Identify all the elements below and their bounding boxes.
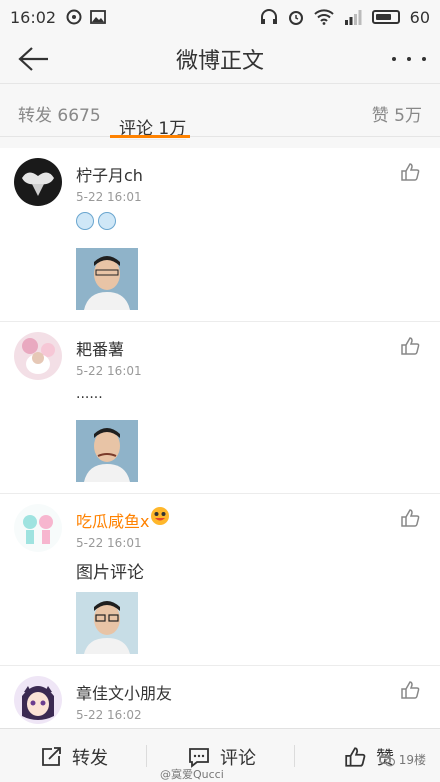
comment-label: 评论 [220,748,256,769]
tab-like[interactable]: 赞 5万 [372,101,422,126]
battery-percent: 60 [409,7,430,27]
comment-text: 图片评论 [76,563,144,583]
comment-image[interactable] [76,248,138,310]
thumbs-up-icon[interactable] [400,162,420,182]
comment-username[interactable]: 吃瓜咸鱼x [76,508,149,532]
repost-button[interactable]: 转发 [40,744,108,770]
tab-repost[interactable]: 转发 6675 [18,101,101,126]
comment-time: 5-22 16:01 [76,364,142,378]
signal-icon [344,10,362,25]
repost-label: 转发 [72,748,108,769]
account-watermark: @寞爱Qucci [160,768,224,781]
vip-badge-icon [151,507,169,525]
comment-image[interactable] [76,592,138,654]
comment-item: 吃瓜咸鱼x 5-22 16:01 图片评论 [0,494,440,666]
comment-time: 5-22 16:02 [76,708,142,722]
floor-watermark: 19楼 [378,751,426,768]
weibo-icon [66,9,82,25]
comment-icon [189,748,209,768]
comment-list: 柠子月ch 5-22 16:01 耙番薯 5-22 16:01 ...... 吃… [0,148,440,728]
divider [294,745,295,767]
comment-time: 5-22 16:01 [76,536,142,550]
comment-text: ...... [76,386,103,402]
page-title: 微博正文 [175,48,264,74]
avatar[interactable] [14,676,62,724]
nav-bar: 微博正文 [0,34,440,84]
status-time: 16:02 [10,7,57,27]
tab-bar: 转发 6675 评论 1万 赞 5万 [0,85,440,140]
comment-image[interactable] [76,420,138,482]
more-options-icon[interactable] [392,46,426,72]
thumbs-up-icon[interactable] [400,680,420,700]
doraemon-emoji-icon [98,212,116,230]
battery-icon [371,10,400,24]
floor-label: 19楼 [398,753,426,767]
status-bar: 16:02 60 [0,0,440,34]
emoji-row [76,212,116,230]
headphone-icon [260,9,277,24]
comment-time: 5-22 16:01 [76,190,142,204]
doraemon-emoji-icon [76,212,94,230]
thumbs-up-icon [345,747,366,767]
repost-icon [42,747,61,766]
comment-item: 章佳文小朋友 5-22 16:02 [0,666,440,728]
comment-username[interactable]: 耙番薯 [76,336,124,360]
wechat-icon [378,753,395,766]
avatar[interactable] [14,158,62,206]
active-tab-indicator [110,135,190,138]
back-arrow-icon[interactable] [16,44,50,74]
divider [146,745,147,767]
gallery-icon [90,10,107,24]
wifi-icon [313,9,334,25]
avatar[interactable] [14,504,62,552]
comment-username[interactable]: 柠子月ch [76,162,143,186]
thumbs-up-icon[interactable] [400,336,420,356]
comment-item: 耙番薯 5-22 16:01 ...... [0,322,440,494]
avatar[interactable] [14,332,62,380]
comment-item: 柠子月ch 5-22 16:01 [0,148,440,322]
thumbs-up-icon[interactable] [400,508,420,528]
alarm-icon [288,11,303,25]
comment-username[interactable]: 章佳文小朋友 [76,680,172,704]
